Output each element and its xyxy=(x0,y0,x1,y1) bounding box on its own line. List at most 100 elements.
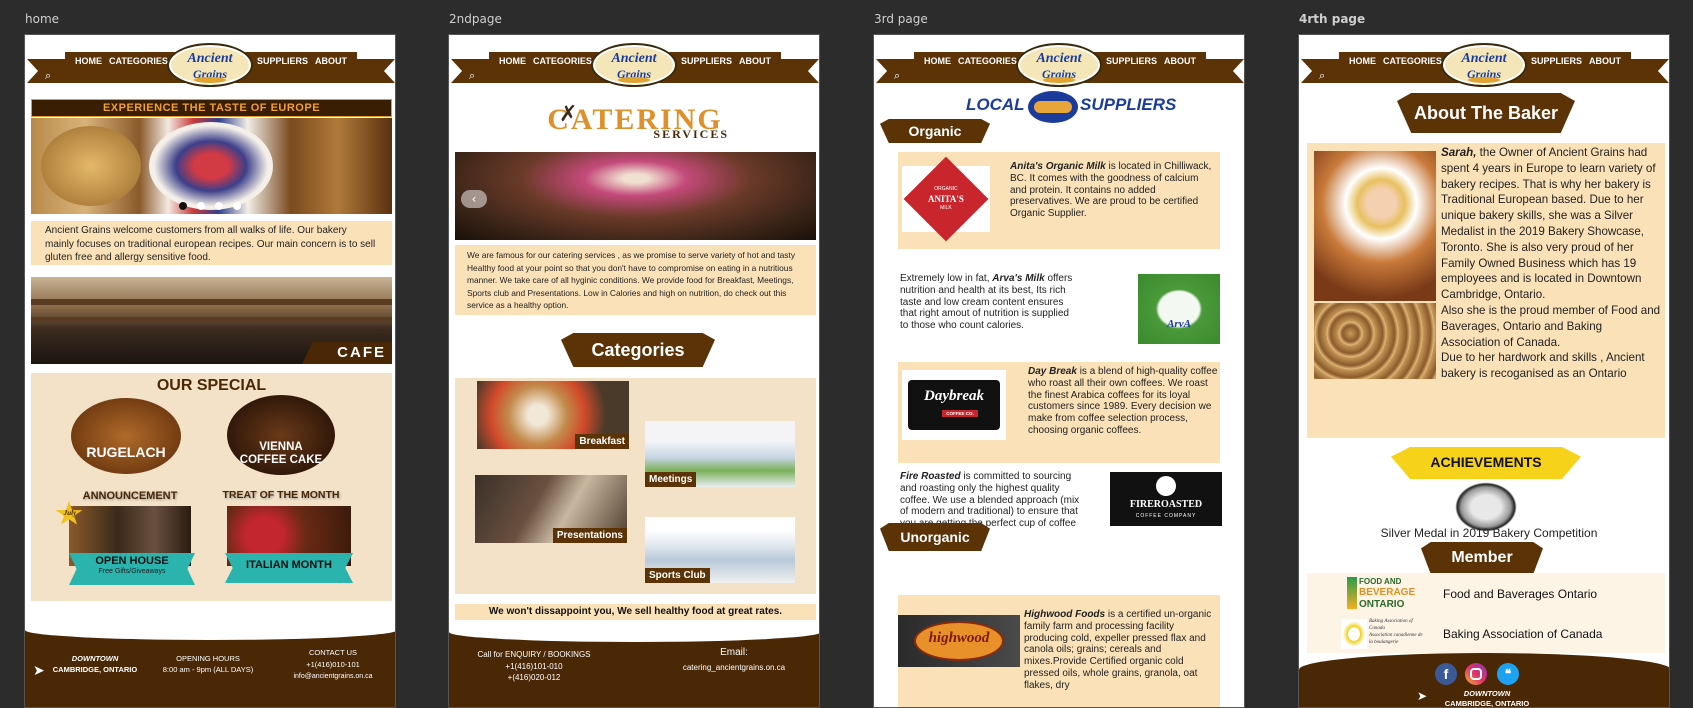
artboard-4rthpage: ⌕ HOME CATEGORIES SUPPLIERS ABOUT Ancien… xyxy=(1298,34,1670,708)
category-breakfast[interactable]: Breakfast xyxy=(477,381,629,449)
supplier-highwood: highwood Highwood Foods is a certified u… xyxy=(898,595,1220,707)
special-section: OUR SPECIAL RUGELACH VIENNA COFFEE CAKE … xyxy=(31,373,392,601)
nav-home[interactable]: HOME xyxy=(924,56,951,66)
supplier-anita: ORGANIC ANITA'S MILK Anita's Organic Mil… xyxy=(898,152,1220,249)
wheat-icon xyxy=(1468,77,1500,83)
daybreak-logo[interactable]: Daybreak COFFEE CO. xyxy=(902,370,1006,440)
logo[interactable]: Ancient Grains xyxy=(1441,43,1527,87)
search-icon[interactable]: ⌕ xyxy=(469,69,483,83)
footer-phone[interactable]: +1(416)010-101 xyxy=(275,660,391,670)
baker-bio: Sarah, the Owner of Ancient Grains had s… xyxy=(1441,146,1661,381)
bac-logo[interactable]: Baking Association of Canada Association… xyxy=(1341,619,1427,651)
supplier-daybreak: Daybreak COFFEE CO. Day Break is a blend… xyxy=(898,362,1220,463)
banner-title: EXPERIENCE THE TASTE OF EUROPE xyxy=(31,99,392,117)
wheat-icon xyxy=(1341,619,1367,649)
special-rugelach[interactable]: RUGELACH xyxy=(71,398,181,474)
artboard-label-home[interactable]: home xyxy=(25,12,59,26)
footer-email[interactable]: catering_ancientgrains.on.ca xyxy=(659,663,809,673)
nav-suppliers[interactable]: SUPPLIERS xyxy=(257,56,308,66)
nav-home[interactable]: HOME xyxy=(1349,56,1376,66)
baker-bio-card: Sarah, the Owner of Ancient Grains had s… xyxy=(1307,143,1665,438)
nav-suppliers[interactable]: SUPPLIERS xyxy=(1531,56,1582,66)
pastry-photo xyxy=(1314,303,1436,379)
category-presentations[interactable]: Presentations xyxy=(475,475,627,543)
wheat-icon xyxy=(618,77,650,83)
categories-grid: Breakfast Meetings Presentations Sports … xyxy=(455,378,816,594)
nav-home[interactable]: HOME xyxy=(499,56,526,66)
category-sports-club[interactable]: Sports Club xyxy=(645,517,795,583)
carousel-dot[interactable] xyxy=(233,202,241,210)
suppliers-title-suppliers: SUPPLIERS xyxy=(1080,95,1177,114)
nav-bar: ⌕ HOME CATEGORIES SUPPLIERS ABOUT Ancien… xyxy=(874,43,1244,95)
logo[interactable]: Ancient Grains xyxy=(1016,43,1102,87)
category-meetings[interactable]: Meetings xyxy=(645,421,795,487)
logo[interactable]: Ancient Grains xyxy=(167,43,253,87)
wheat-icon xyxy=(1043,77,1075,83)
announcement-title: ANNOUNCEMENT xyxy=(82,490,178,502)
nav-categories[interactable]: CATEGORIES xyxy=(958,56,1017,66)
footer-call: Call for ENQUIRY / BOOKINGS xyxy=(477,650,591,659)
carousel-dot[interactable] xyxy=(215,202,223,210)
categories-heading: Categories xyxy=(561,333,715,367)
unorganic-heading: Unorganic xyxy=(880,523,990,551)
catering-footer: Call for ENQUIRY / BOOKINGS +1(416)101-0… xyxy=(449,622,819,707)
arva-logo[interactable]: ArvA xyxy=(1138,274,1220,344)
home-intro: Ancient Grains welcome customers from al… xyxy=(31,221,392,265)
search-icon[interactable]: ⌕ xyxy=(894,69,908,83)
chevron-left-icon[interactable]: ‹ xyxy=(461,190,487,208)
open-house-sub: Free Gifts/Giveaways xyxy=(98,568,166,575)
search-icon[interactable]: ⌕ xyxy=(1319,69,1333,83)
coffee-bean-icon xyxy=(1156,476,1176,496)
fbo-logo[interactable]: FOOD AND BEVERAGE ONTARIO xyxy=(1347,577,1429,611)
nav-suppliers[interactable]: SUPPLIERS xyxy=(1106,56,1157,66)
nav-about[interactable]: ABOUT xyxy=(1589,56,1621,66)
about-footer: f ❝ ➤ DOWNTOWN CAMBRIDGE, ONTARIO xyxy=(1299,653,1669,708)
nav-categories[interactable]: CATEGORIES xyxy=(109,56,168,66)
nav-categories[interactable]: CATEGORIES xyxy=(533,56,592,66)
wheat-icon xyxy=(194,77,226,83)
organic-heading: Organic xyxy=(880,119,990,143)
nav-about[interactable]: ABOUT xyxy=(739,56,771,66)
artboard-3rdpage: ⌕ HOME CATEGORIES SUPPLIERS ABOUT Ancien… xyxy=(873,34,1245,708)
about-heading: About The Baker xyxy=(1397,93,1575,133)
footer-loc2: CAMBRIDGE, ONTARIO xyxy=(52,665,138,674)
baker-photo xyxy=(1314,151,1436,301)
catering-carousel[interactable]: ‹ xyxy=(455,152,816,240)
bac-label: Baking Association of Canada xyxy=(1443,627,1603,641)
footer-phone2[interactable]: +(416)020-012 xyxy=(459,673,609,683)
artboard-label-3rdpage[interactable]: 3rd page xyxy=(874,12,928,26)
treat-title: TREAT OF THE MONTH xyxy=(222,489,340,501)
footer-email[interactable]: info@ancientgrains.on.ca xyxy=(275,672,391,682)
instagram-icon[interactable] xyxy=(1465,663,1487,685)
facebook-icon[interactable]: f xyxy=(1435,663,1457,685)
hero-carousel[interactable] xyxy=(31,118,392,214)
footer-contact-title: CONTACT US xyxy=(308,648,358,657)
fire-roasted-logo[interactable]: FIREROASTED COFFEE COMPANY xyxy=(1110,472,1222,526)
search-icon[interactable]: ⌕ xyxy=(45,69,59,83)
anita-logo[interactable]: ORGANIC ANITA'S MILK xyxy=(902,156,990,242)
fbo-label: Food and Baverages Ontario xyxy=(1443,587,1598,601)
tagline: We won't dissappoint you, We sell health… xyxy=(455,604,816,620)
nav-bar: ⌕ HOME CATEGORIES SUPPLIERS ABOUT Ancien… xyxy=(25,43,395,95)
cafe-photo[interactable]: CAFE xyxy=(31,277,392,364)
carousel-dot[interactable] xyxy=(197,202,205,210)
footer-loc2: CAMBRIDGE, ONTARIO xyxy=(1444,699,1530,708)
fork-spoon-icon: ✗ xyxy=(559,102,578,127)
nav-about[interactable]: ABOUT xyxy=(315,56,347,66)
italian-month-label: ITALIAN MONTH xyxy=(246,559,332,571)
logo[interactable]: Ancient Grains xyxy=(591,43,677,87)
highwood-logo[interactable]: highwood xyxy=(898,615,1020,667)
nav-categories[interactable]: CATEGORIES xyxy=(1383,56,1442,66)
carousel-dot[interactable] xyxy=(179,202,187,210)
artboard-label-2ndpage[interactable]: 2ndpage xyxy=(449,12,502,26)
footer-phone1[interactable]: +1(416)101-010 xyxy=(459,662,609,672)
nav-suppliers[interactable]: SUPPLIERS xyxy=(681,56,732,66)
special-vienna[interactable]: VIENNA COFFEE CAKE xyxy=(227,395,335,475)
artboard-2ndpage: ⌕ HOME CATEGORIES SUPPLIERS ABOUT Ancien… xyxy=(448,34,820,708)
nav-about[interactable]: ABOUT xyxy=(1164,56,1196,66)
arva-description: Extremely low in fat, Arva's Milk offers… xyxy=(900,273,1073,332)
twitter-icon[interactable]: ❝ xyxy=(1497,663,1519,685)
catering-text: We are famous for our catering services … xyxy=(455,245,816,315)
artboard-label-4rthpage[interactable]: 4rth page xyxy=(1299,12,1365,26)
nav-home[interactable]: HOME xyxy=(75,56,102,66)
